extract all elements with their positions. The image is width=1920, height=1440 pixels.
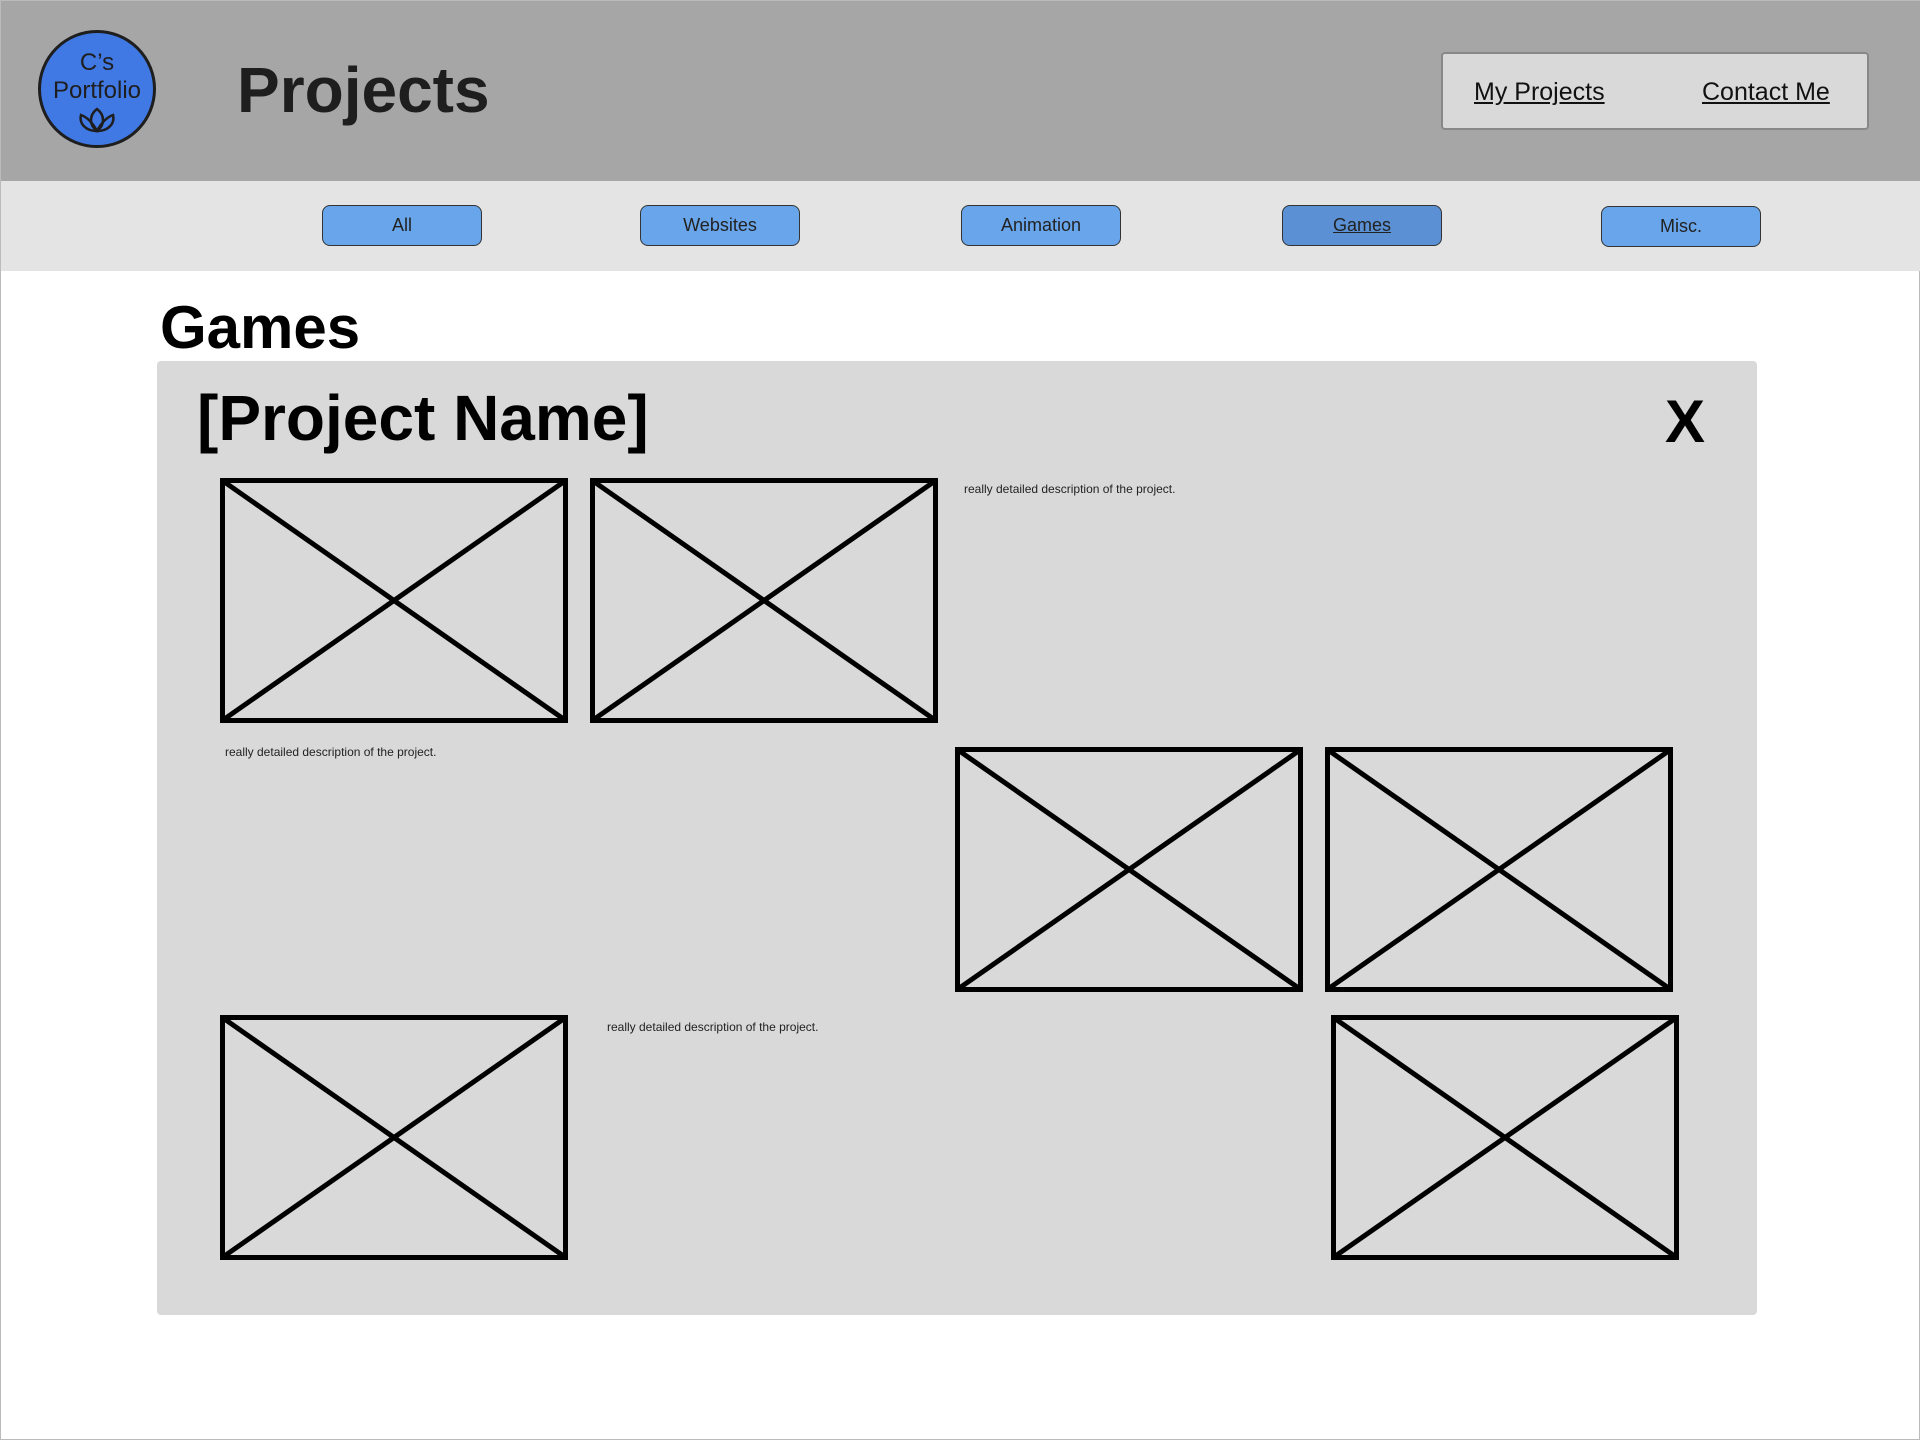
filter-bar: All Websites Animation Games Misc. (1, 181, 1920, 271)
image-placeholder (1325, 747, 1673, 992)
image-placeholder (220, 1015, 568, 1260)
close-button[interactable]: X (1665, 387, 1705, 456)
project-description: really detailed description of the proje… (607, 1020, 819, 1034)
nav-my-projects[interactable]: My Projects (1474, 78, 1605, 107)
logo[interactable]: C’s Portfolio (38, 30, 156, 148)
filter-animation-button[interactable]: Animation (961, 205, 1121, 246)
filter-all-button[interactable]: All (322, 205, 482, 246)
filter-websites-button[interactable]: Websites (640, 205, 800, 246)
project-description: really detailed description of the proje… (964, 482, 1176, 496)
nav-contact-me[interactable]: Contact Me (1702, 78, 1830, 107)
project-name: [Project Name] (197, 382, 649, 454)
project-description: really detailed description of the proje… (225, 745, 437, 759)
lotus-icon (79, 107, 115, 133)
top-nav: My Projects Contact Me (1441, 52, 1869, 130)
logo-line1: C’s (79, 49, 115, 76)
image-placeholder (1331, 1015, 1679, 1260)
section-title: Games (160, 294, 361, 361)
filter-misc-button[interactable]: Misc. (1601, 206, 1761, 247)
image-placeholder (590, 478, 938, 723)
filter-games-button[interactable]: Games (1282, 205, 1442, 246)
image-placeholder (220, 478, 568, 723)
page-title: Projects (237, 54, 490, 126)
logo-line2: Portfolio (52, 77, 142, 104)
image-placeholder (955, 747, 1303, 992)
